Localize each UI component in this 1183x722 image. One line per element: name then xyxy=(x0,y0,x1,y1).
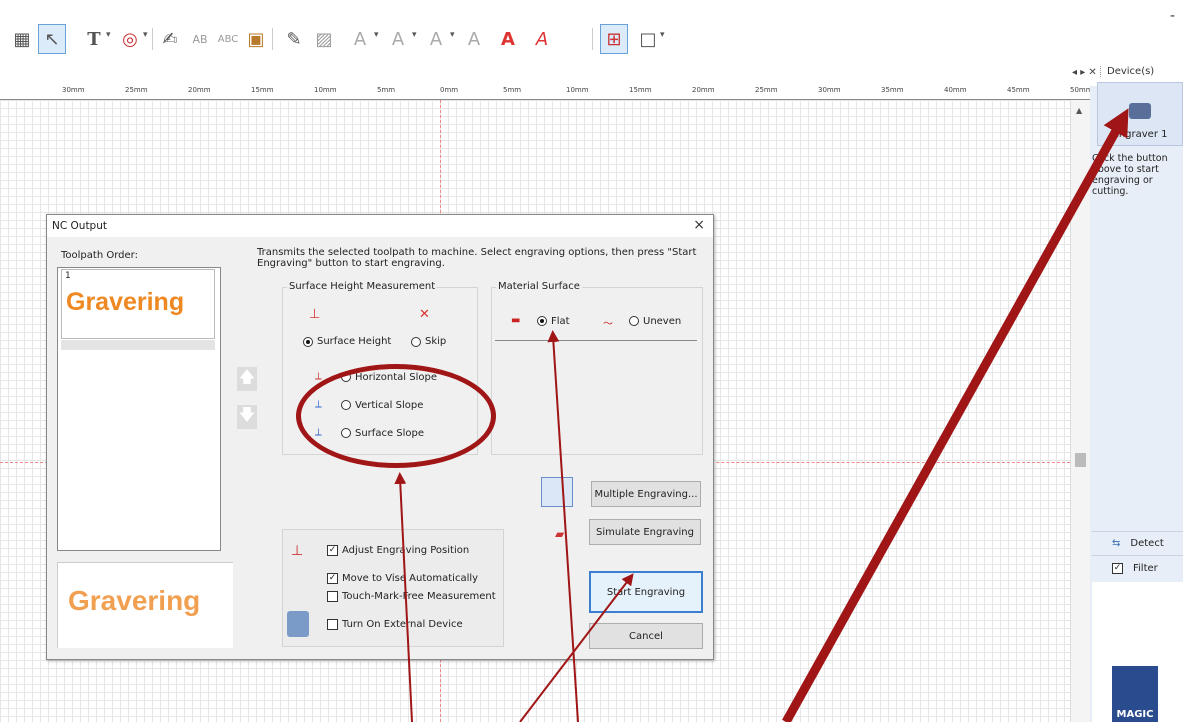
annotation-arrows xyxy=(394,108,1129,722)
annotation-arrow-circle xyxy=(394,472,413,722)
annotation-arrow-engraver xyxy=(782,108,1129,722)
annotation-arrow-start xyxy=(519,573,634,722)
annotation-arrow-flat xyxy=(547,330,579,722)
